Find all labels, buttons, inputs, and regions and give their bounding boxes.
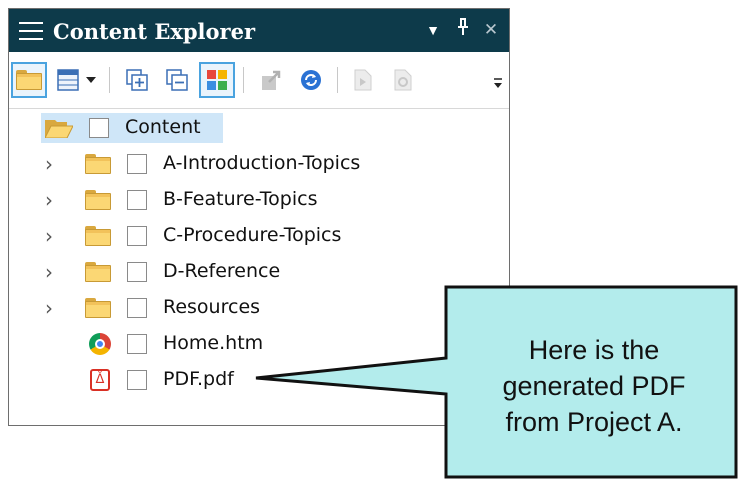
callout-text: Here is the generated PDF from Project A… xyxy=(459,332,729,440)
callout-line: generated PDF xyxy=(502,371,686,401)
callout-line: from Project A. xyxy=(505,407,683,437)
callout-line: Here is the xyxy=(528,335,660,365)
